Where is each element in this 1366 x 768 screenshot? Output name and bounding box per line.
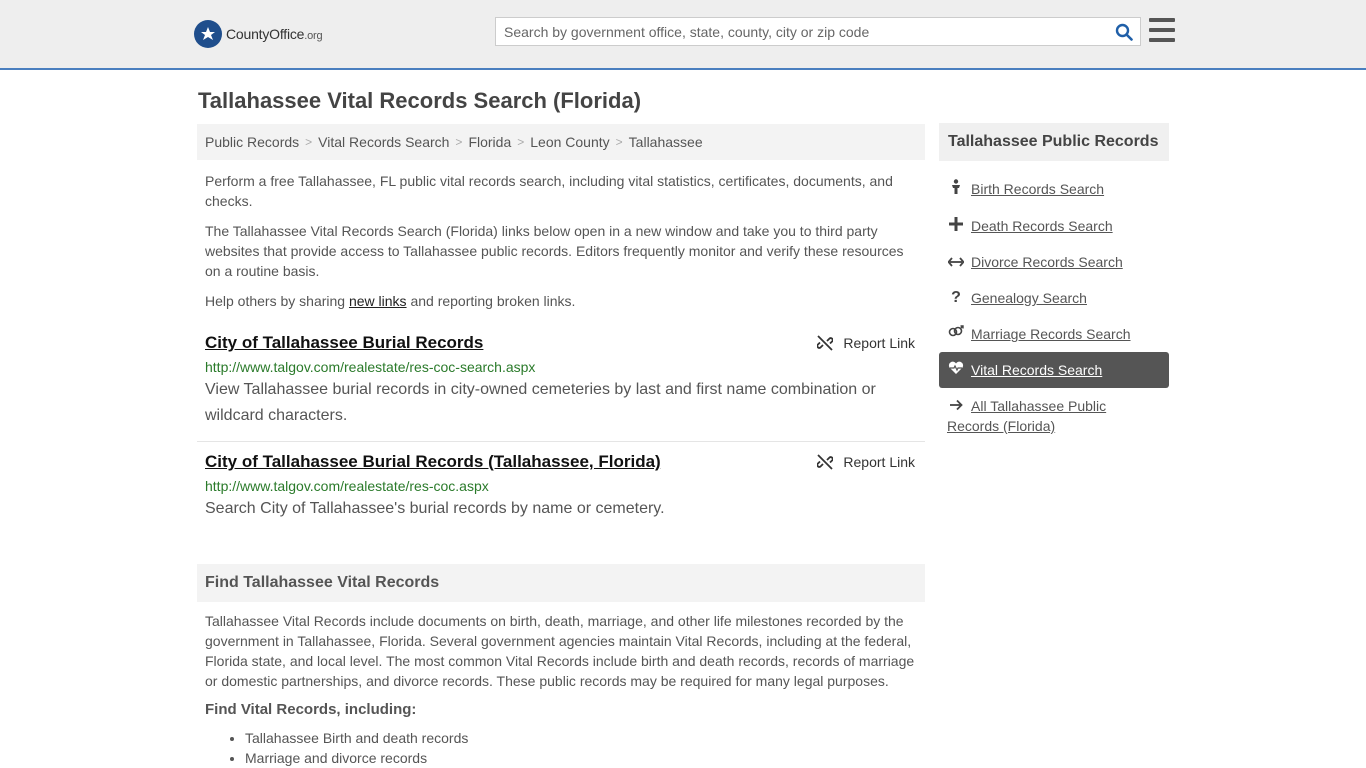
- question-icon: ?: [951, 289, 961, 306]
- result-title-link[interactable]: City of Tallahassee Burial Records (Tall…: [205, 452, 661, 472]
- arrows-icon: [947, 252, 965, 272]
- broken-link-icon: [817, 335, 834, 351]
- search-bar: [495, 17, 1141, 46]
- hamburger-menu-icon[interactable]: [1149, 18, 1175, 42]
- sidebar-item-divorce-records[interactable]: Divorce Records Search: [939, 244, 1169, 280]
- search-button[interactable]: [1108, 18, 1140, 45]
- sidebar-item-birth-records[interactable]: Birth Records Search: [939, 171, 1169, 208]
- breadcrumb-separator-icon: >: [615, 135, 623, 149]
- breadcrumb: Public Records > Vital Records Search > …: [197, 124, 925, 160]
- breadcrumb-tallahassee[interactable]: Tallahassee: [629, 134, 703, 150]
- breadcrumb-leon-county[interactable]: Leon County: [530, 134, 609, 150]
- page-title: Tallahassee Vital Records Search (Florid…: [198, 88, 642, 113]
- intro-paragraph: The Tallahassee Vital Records Search (Fl…: [205, 223, 904, 279]
- site-logo[interactable]: CountyOffice.org: [194, 20, 323, 48]
- sidebar-item-death-records[interactable]: Death Records Search: [939, 208, 1169, 244]
- breadcrumb-separator-icon: >: [305, 135, 313, 149]
- result-item: City of Tallahassee Burial Records Repor…: [197, 333, 925, 442]
- breadcrumb-separator-icon: >: [517, 135, 525, 149]
- sidebar-item-marriage-records[interactable]: Marriage Records Search: [939, 316, 1169, 352]
- result-url[interactable]: http://www.talgov.com/realestate/res-coc…: [205, 478, 917, 494]
- broken-link-icon: [817, 454, 834, 470]
- breadcrumb-vital-records[interactable]: Vital Records Search: [318, 134, 449, 150]
- find-records-list: Tallahassee Birth and death records Marr…: [197, 728, 925, 768]
- list-item: Marriage and divorce records: [245, 748, 925, 768]
- report-link-button[interactable]: Report Link: [817, 335, 915, 351]
- list-item: Tallahassee Birth and death records: [245, 728, 925, 748]
- intro-text: Perform a free Tallahassee, FL public vi…: [197, 171, 925, 311]
- report-link-button[interactable]: Report Link: [817, 454, 915, 470]
- result-item: City of Tallahassee Burial Records (Tall…: [197, 452, 925, 522]
- breadcrumb-florida[interactable]: Florida: [468, 134, 511, 150]
- result-url[interactable]: http://www.talgov.com/realestate/res-coc…: [205, 359, 917, 375]
- search-icon: [1115, 23, 1133, 41]
- sidebar-item-vital-records[interactable]: Vital Records Search: [939, 352, 1169, 388]
- heart-icon: [947, 360, 965, 380]
- result-description: View Tallahassee burial records in city-…: [205, 381, 876, 424]
- main-content: Public Records > Vital Records Search > …: [197, 124, 925, 768]
- result-description: Search City of Tallahassee's burial reco…: [205, 500, 665, 517]
- sidebar-heading: Tallahassee Public Records: [939, 123, 1169, 161]
- gender-icon: [947, 324, 965, 344]
- cross-icon: [947, 216, 965, 236]
- top-header: CountyOffice.org: [0, 0, 1366, 70]
- arrow-right-icon: [947, 396, 965, 416]
- find-records-subheading: Find Vital Records, including:: [205, 701, 417, 718]
- logo-text: CountyOffice.org: [226, 26, 323, 42]
- person-icon: [947, 179, 965, 200]
- result-title-link[interactable]: City of Tallahassee Burial Records: [205, 333, 483, 353]
- breadcrumb-separator-icon: >: [455, 135, 463, 149]
- breadcrumb-public-records[interactable]: Public Records: [205, 134, 299, 150]
- sidebar-item-genealogy[interactable]: ? Genealogy Search: [939, 280, 1169, 316]
- new-links-link[interactable]: new links: [349, 293, 407, 309]
- sidebar: Tallahassee Public Records Birth Records…: [939, 123, 1169, 444]
- logo-emblem-icon: [194, 20, 222, 48]
- intro-paragraph: Perform a free Tallahassee, FL public vi…: [205, 173, 893, 209]
- sidebar-item-all-public-records[interactable]: All Tallahassee Public Records (Florida): [939, 388, 1169, 444]
- search-input[interactable]: [496, 18, 1108, 45]
- find-records-heading: Find Tallahassee Vital Records: [197, 564, 925, 602]
- find-records-body: Tallahassee Vital Records include docume…: [205, 613, 915, 689]
- sidebar-list: Birth Records Search Death Records Searc…: [939, 171, 1169, 444]
- share-paragraph: Help others by sharing new links and rep…: [205, 293, 576, 309]
